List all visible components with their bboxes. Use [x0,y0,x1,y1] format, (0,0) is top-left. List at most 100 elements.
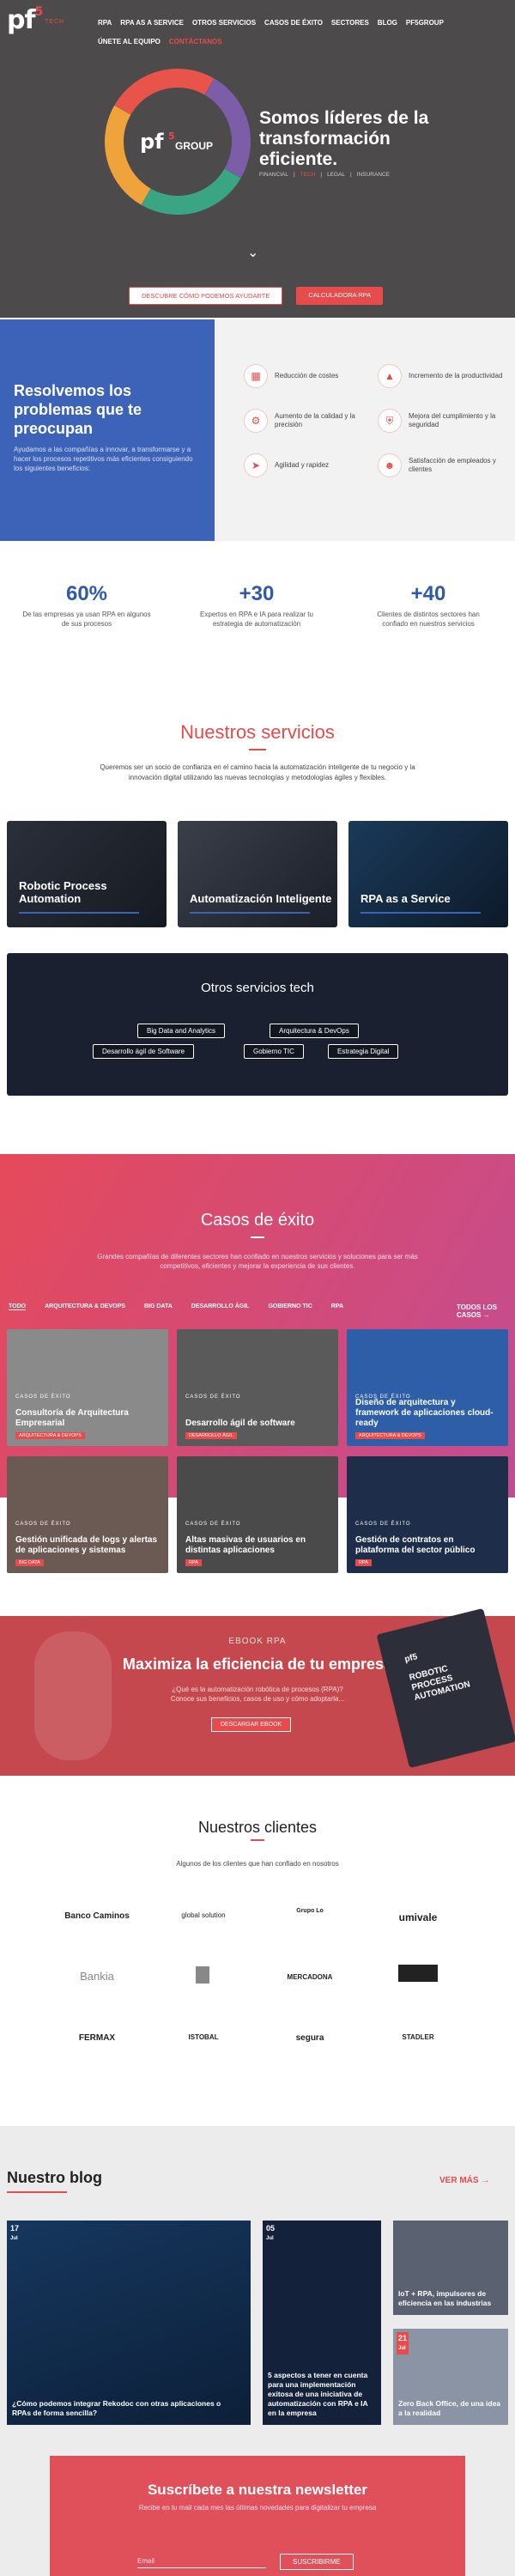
title-underline [249,749,266,750]
robot-illustration [34,1631,112,1760]
tab-todo[interactable]: TODO [9,1303,27,1310]
cta-row: DESCUBRE CÓMO PODEMOS AYUDARTE CALCULADO… [129,287,384,305]
case-title: Desarrollo ágil de software [185,1419,295,1428]
case-title: Diseño de arquitectura y framework de ap… [355,1398,494,1428]
document-icon: ▦ [244,364,268,388]
clients-subtitle: Algunos de los clientes que han confiado… [176,1860,339,1868]
case-title: Gestión de contratos en plataforma del s… [355,1535,476,1555]
service-card-title: Robotic Process Automation [19,879,107,905]
client-logo: Bankia [80,1970,114,1983]
nav-pf5group[interactable]: PF5GROUP [406,19,444,27]
nav-contacto[interactable]: CONTÁCTANOS [169,38,222,46]
nav-blog[interactable]: BLOG [378,19,397,27]
nav-rpa[interactable]: RPA [98,19,112,27]
service-card-rpa[interactable]: Robotic Process Automation [7,821,167,927]
post-date: 05 Jul [266,2224,276,2241]
client-logo: STADLER [402,2033,434,2041]
discover-button[interactable]: DESCUBRE CÓMO PODEMOS AYUDARTE [129,287,283,305]
benefit-item: ☻ Satisfacción de empleados y clientes [378,453,506,477]
stat-text: Clientes de distintos sectores han confi… [377,611,480,628]
case-tag: ARQUITECTURA & DEVOPS [15,1432,85,1439]
people-icon: ☻ [378,453,402,477]
arrow-right-icon: → [481,2176,490,2185]
blog-post-card[interactable]: 17 Jul ¿Cómo podemos integrar Rekodoc con… [7,2221,251,2425]
other-service-gobierno[interactable]: Gobierno TIC [244,1044,304,1059]
nav-otros-servicios[interactable]: OTROS SERVICIOS [192,19,256,27]
intro-title: Resolvemos los problemas que te preocupa… [14,382,142,437]
intro-text: Ayudamos a las compañías a innovar, a tr… [14,446,193,472]
stat-value: +40 [410,582,446,605]
post-title: 5 aspectos a tener en cuenta para una im… [268,2371,368,2417]
blog-post-card[interactable]: 05 Jul 5 aspectos a tener en cuenta para … [263,2221,381,2425]
tab-rpa[interactable]: RPA [331,1303,343,1310]
blog-more-link[interactable]: VER MÁS → [439,2176,489,2185]
arrow-right-icon: → [482,1311,490,1319]
other-service-agile[interactable]: Desarrollo ágil de Software [93,1044,195,1059]
case-card[interactable]: CASOS DE ÉXITO Gestión unificada de logs … [7,1456,168,1573]
service-card-title: Automatización Inteligente [190,892,332,905]
case-card[interactable]: CASOS DE ÉXITO Consultoría de Arquitectur… [7,1329,168,1446]
group-ring-logo: pf 5 GROUP [105,69,251,216]
post-title: ¿Cómo podemos integrar Rekodoc con otras… [12,2399,221,2417]
blog-post-card[interactable]: IoT + RPA, impulsores de eficiencia en l… [393,2221,508,2315]
client-logo: MERCADONA [287,1973,333,1981]
nav-rpa-as-service[interactable]: RPA AS A SERVICE [120,19,184,27]
stat-text: De las empresas ya usan RPA en algunos d… [22,611,151,628]
nav-casos[interactable]: CASOS DE ÉXITO [264,19,323,27]
case-card[interactable]: CASOS DE ÉXITO Desarrollo ágil de softwar… [177,1329,338,1446]
rocket-icon: ➤ [244,453,268,477]
case-tag: BIG DATA [15,1559,44,1566]
benefit-item: ⛨ Mejora del cumplimiento y la seguridad [378,409,506,433]
chart-icon: ▲ [378,364,402,388]
title-underline [251,1236,264,1238]
chevron-down-icon[interactable]: ⌄ [247,244,258,261]
tab-bigdata[interactable]: BIG DATA [144,1303,173,1310]
rpa-calculator-button[interactable]: CALCULADORA RPA [296,287,384,305]
benefits-panel: ▦ Reducción de costes ▲ Incremento de la p… [215,319,515,541]
hero-tag: INSURANCE [356,172,391,178]
cases-filter-tabs: TODO ARQUITECTURA & DEVOPS BIG DATA DESA… [9,1303,343,1310]
benefit-item: ⚙ Aumento de la calidad y la precisión [244,409,373,433]
email-field[interactable]: Email [137,2557,266,2568]
hero-section [0,0,515,318]
case-kicker: CASOS DE ÉXITO [185,1394,241,1400]
other-service-bigdata[interactable]: Big Data and Analytics [137,1024,226,1038]
tab-agil[interactable]: DESARROLLO ÁGIL [191,1303,250,1310]
case-tag: RPA [355,1559,372,1566]
nav-sectores[interactable]: SECTORES [331,19,369,27]
case-tag: DESARROLLO ÁGIL [185,1432,237,1439]
tab-gobierno[interactable]: GOBIERNO TIC [268,1303,312,1310]
shield-icon: ⛨ [378,409,402,433]
site-logo[interactable]: pf5 [7,5,44,35]
case-card[interactable]: CASOS DE ÉXITO Diseño de arquitectura y f… [347,1329,508,1446]
benefit-label: Aumento de la calidad y la precisión [275,412,355,428]
nav-unete[interactable]: ÚNETE AL EQUIPO [98,38,161,46]
other-service-estrategia[interactable]: Estrategia Digital [328,1044,399,1059]
post-title: Zero Back Office, de una idea a la reali… [398,2399,501,2417]
blog-post-card[interactable]: 21 Jul Zero Back Office, de una idea a la… [393,2329,508,2425]
other-service-devops[interactable]: Arquitectura & DevOps [270,1024,359,1038]
newsletter-title: Suscríbete a nuestra newsletter [147,2482,368,2498]
download-ebook-button[interactable]: DESCARGAR EBOOK [211,1717,292,1732]
subscribe-button[interactable]: SUSCRIBIRME [280,2554,354,2570]
service-card-ia[interactable]: Automatización Inteligente [178,821,337,927]
benefit-label: Satisfacción de empleados y clientes [409,457,496,473]
clients-title: Nuestros clientes [197,1819,318,1836]
tab-arquitectura[interactable]: ARQUITECTURA & DEVOPS [45,1303,125,1310]
ring-logo-text: pf [140,130,164,154]
case-card[interactable]: CASOS DE ÉXITO Altas masivas de usuarios … [177,1456,338,1573]
gear-icon: ⚙ [244,409,268,433]
case-title: Gestión unificada de logs y alertas de a… [15,1535,158,1555]
client-logo: Banco Caminos [64,1911,130,1921]
all-cases-link[interactable]: TODOS LOS CASOS → [457,1303,515,1319]
logo-sup: 5 [34,5,44,19]
case-card[interactable]: CASOS DE ÉXITO Gestión de contratos en pl… [347,1456,508,1573]
hero-tag: LEGAL [327,172,346,178]
case-title: Consultoría de Arquitectura Empresarial [15,1408,129,1428]
post-date: 21 Jul [397,2332,409,2354]
title-underline [251,1839,264,1841]
service-card-raas[interactable]: RPA as a Service [348,821,508,927]
case-tag: ARQUITECTURA & DEVOPS [355,1432,425,1439]
stat-value: 60% [65,582,108,605]
client-logo: FERMAX [78,2033,116,2043]
